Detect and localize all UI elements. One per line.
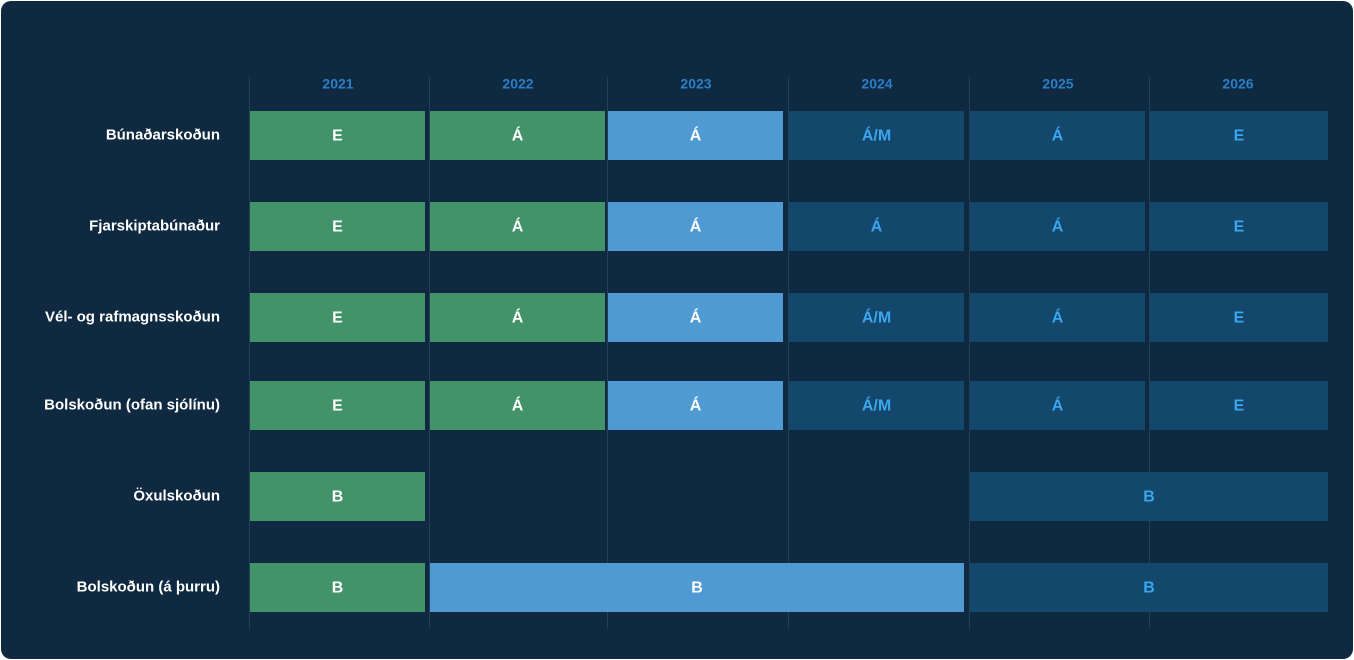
segment-label: Á bbox=[512, 217, 524, 236]
segment-label: Á/M bbox=[862, 396, 891, 415]
segment-label: Á bbox=[1052, 396, 1064, 415]
segment-label: Á bbox=[512, 126, 524, 145]
segment-label: Á bbox=[1052, 308, 1064, 327]
segment-label: B bbox=[1143, 489, 1155, 506]
row-label: Öxulskoðun bbox=[133, 487, 220, 504]
year-label: 2026 bbox=[1222, 76, 1253, 92]
segment-label: B bbox=[332, 489, 344, 506]
segment-label: Á bbox=[690, 396, 702, 415]
row-label: Fjarskiptabúnaður bbox=[89, 217, 220, 234]
inspection-timeline-chart: 2021 2022 2023 2024 2025 2026 Búnaðarskoðun Fj… bbox=[1, 1, 1353, 659]
year-label: 2024 bbox=[861, 76, 892, 92]
year-label: 2023 bbox=[680, 76, 711, 92]
segment-label: E bbox=[332, 398, 343, 415]
year-label: 2025 bbox=[1042, 76, 1073, 92]
segment-label: B bbox=[1143, 580, 1155, 597]
inspection-timeline-panel: 2021 2022 2023 2024 2025 2026 Búnaðarskoðun Fj… bbox=[1, 1, 1353, 659]
segment-label: E bbox=[1234, 310, 1245, 327]
row-label: Búnaðarskoðun bbox=[106, 126, 220, 143]
row-label: Bolskoðun (á þurru) bbox=[77, 578, 220, 595]
year-label: 2022 bbox=[502, 76, 533, 92]
timeline-row: EÁÁÁÁE bbox=[250, 202, 1328, 251]
segment-label: Á bbox=[690, 126, 702, 145]
row-label: Vél- og rafmagnsskoðun bbox=[45, 308, 220, 325]
segment-label: E bbox=[1234, 219, 1245, 236]
year-label: 2021 bbox=[322, 76, 353, 92]
segment-label: Á bbox=[690, 217, 702, 236]
timeline-row: E Á Á Á/M Á E bbox=[250, 293, 1328, 342]
segment-label: E bbox=[332, 310, 343, 327]
segment-label: Á bbox=[871, 217, 883, 236]
segment-label: Á bbox=[1052, 217, 1064, 236]
segment-label: E bbox=[332, 219, 343, 236]
segment-label: E bbox=[332, 128, 343, 145]
segment-label: B bbox=[332, 580, 344, 597]
segment-label: Á/M bbox=[862, 308, 891, 327]
timeline-row: BBB bbox=[250, 563, 1328, 612]
timeline-row: E Á Á Á/M Á E bbox=[250, 381, 1328, 430]
segment-label: Á/M bbox=[862, 126, 891, 145]
segment-label: Á bbox=[512, 396, 524, 415]
timeline-row: E Á Á Á/M Á E bbox=[250, 111, 1328, 160]
segment-label: E bbox=[1234, 398, 1245, 415]
segment-label: Á bbox=[1052, 126, 1064, 145]
segment-label: E bbox=[1234, 128, 1245, 145]
row-label: Bolskoðun (ofan sjólínu) bbox=[44, 396, 220, 413]
segment-label: B bbox=[691, 580, 703, 597]
segment-label: Á bbox=[512, 308, 524, 327]
segment-label: Á bbox=[690, 308, 702, 327]
